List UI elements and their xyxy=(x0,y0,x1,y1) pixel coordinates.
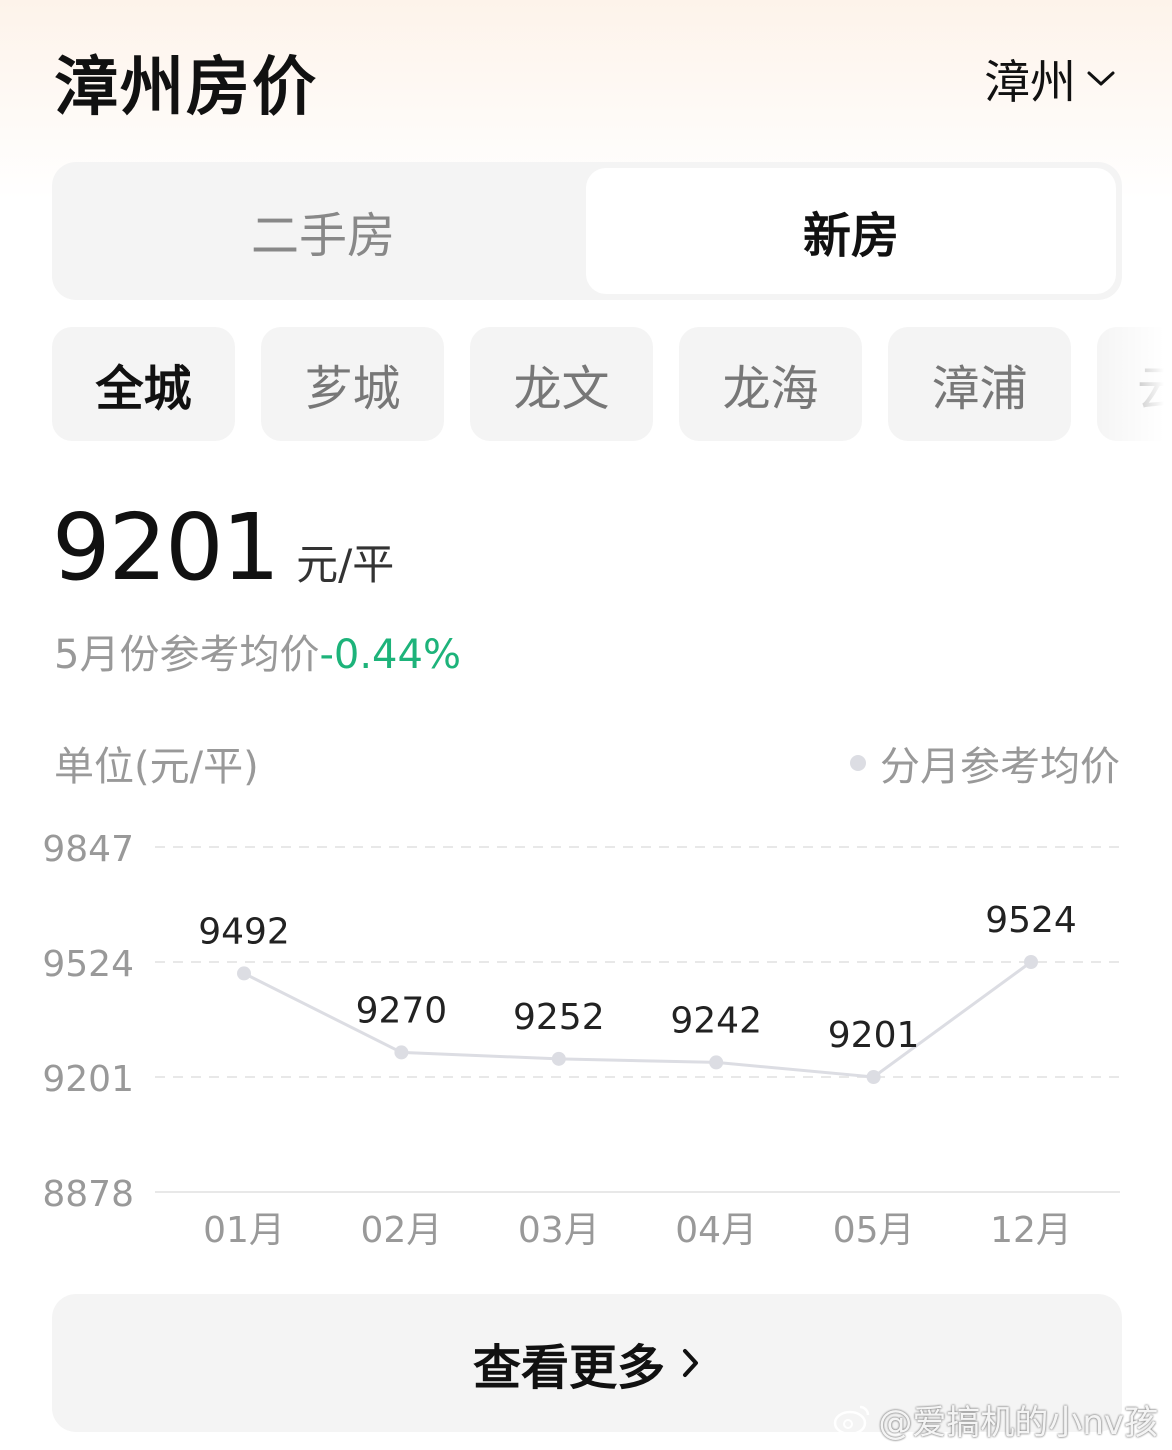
data-point xyxy=(394,1045,409,1060)
price-change: -0.44% xyxy=(319,632,461,678)
x-tick-label: 04月 xyxy=(675,1210,757,1251)
data-point xyxy=(866,1070,881,1084)
district-chip-zhangpu[interactable]: 漳浦 xyxy=(888,327,1071,441)
reference-label: 5月份参考均价 xyxy=(54,632,320,678)
data-point xyxy=(237,966,251,981)
city-selector[interactable]: 漳州 xyxy=(984,46,1116,112)
x-tick-label: 02月 xyxy=(360,1210,442,1251)
price-value: 9201 xyxy=(52,494,280,601)
house-type-switch: 二手房 新房 xyxy=(52,162,1122,300)
data-label: 9270 xyxy=(356,990,448,1031)
district-filter: 全城 芗城 龙文 龙海 漳浦 云 xyxy=(52,327,1172,441)
watermark-text: @爱搞机的小nv孩 xyxy=(878,1403,1158,1443)
data-point xyxy=(1024,955,1038,969)
data-label: 9252 xyxy=(513,997,605,1038)
scroll-fade xyxy=(1092,327,1172,441)
page-title: 漳州房价 xyxy=(54,51,318,125)
tab-new-house[interactable]: 新房 xyxy=(586,168,1116,294)
district-chip-longhai[interactable]: 龙海 xyxy=(679,327,862,441)
y-tick-label: 9524 xyxy=(42,944,134,985)
legend-dot-icon xyxy=(850,755,866,771)
average-price: 9201 元/平 xyxy=(52,494,394,601)
x-tick-label: 12月 xyxy=(990,1210,1072,1251)
data-label: 9201 xyxy=(828,1015,920,1056)
data-label: 9242 xyxy=(670,1000,762,1041)
data-point xyxy=(709,1055,724,1070)
data-point xyxy=(551,1051,566,1066)
x-tick-label: 05月 xyxy=(833,1210,915,1251)
price-trend-chart: 9847 9524 9201 8878 01月 02月 03月 04月 05月 12月 9492 92… xyxy=(42,829,1120,1251)
chevron-right-icon xyxy=(683,1349,698,1377)
x-tick-label: 01月 xyxy=(203,1210,285,1251)
y-tick-label: 8878 xyxy=(42,1174,134,1215)
city-selector-label: 漳州 xyxy=(984,55,1076,109)
y-tick-label: 9201 xyxy=(42,1059,134,1100)
weibo-icon xyxy=(834,1405,870,1435)
x-tick-label: 03月 xyxy=(518,1210,600,1251)
chart-unit-label: 单位(元/平) xyxy=(54,744,259,790)
price-unit: 元/平 xyxy=(296,540,395,589)
chart-legend: 分月参考均价 xyxy=(850,734,1120,792)
legend-label: 分月参考均价 xyxy=(880,744,1120,790)
district-chip-xiangcheng[interactable]: 芗城 xyxy=(261,327,444,441)
watermark: @爱搞机的小nv孩 xyxy=(832,1395,1158,1444)
chevron-down-icon xyxy=(1087,71,1115,86)
tab-second-hand[interactable]: 二手房 xyxy=(58,168,588,294)
district-chip-longwen[interactable]: 龙文 xyxy=(470,327,653,441)
y-tick-label: 9847 xyxy=(42,829,134,870)
district-chip-all[interactable]: 全城 xyxy=(52,327,235,441)
data-label: 9492 xyxy=(198,911,290,952)
data-label: 9524 xyxy=(985,900,1077,941)
reference-price-line: 5月份参考均价-0.44% xyxy=(54,622,461,680)
view-more-label: 查看更多 xyxy=(472,1340,665,1396)
